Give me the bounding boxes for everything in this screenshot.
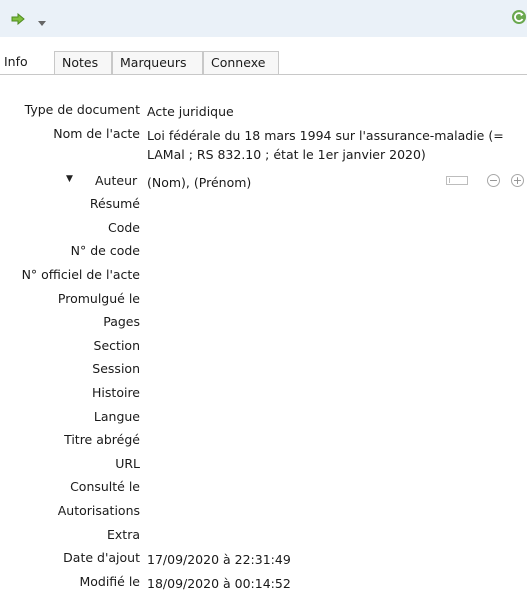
field-label: URL <box>115 455 140 471</box>
date-added-value: 17/09/2020 à 22:31:49 <box>147 552 291 568</box>
tab-notes[interactable]: Notes <box>54 51 112 74</box>
field-row-modified: Modifié le 18/09/2020 à 00:14:52 <box>0 572 527 596</box>
field-label: Session <box>92 361 140 377</box>
field-row-section: Section <box>0 336 527 360</box>
field-row-short-title: Titre abrégé <box>0 430 527 454</box>
item-fields: Type de document Acte juridique Nom de l… <box>0 100 527 595</box>
sync-icon <box>511 9 527 28</box>
field-row-name-of-act: Nom de l'acte Loi fédérale du 18 mars 19… <box>0 124 527 171</box>
name-of-act-field[interactable]: Loi fédérale du 18 mars 1994 sur l'assur… <box>147 126 522 164</box>
tab-related[interactable]: Connexe <box>203 51 279 74</box>
green-arrow-icon <box>11 12 25 28</box>
field-label: Nom de l'acte <box>53 125 140 141</box>
field-row-date-added: Date d'ajout 17/09/2020 à 22:31:49 <box>0 548 527 572</box>
field-row-language: Langue <box>0 407 527 431</box>
field-label: Extra <box>107 526 140 542</box>
field-label: N° officiel de l'acte <box>21 266 140 282</box>
field-label: Histoire <box>92 384 140 400</box>
field-row-code-number: N° de code <box>0 241 527 265</box>
field-label: Modifié le <box>79 573 140 589</box>
field-row-item-type: Type de document Acte juridique <box>0 100 527 124</box>
field-row-session: Session <box>0 359 527 383</box>
field-label: Résumé <box>89 196 140 212</box>
field-label: Date d'ajout <box>63 550 140 566</box>
field-row-accessed: Consulté le <box>0 477 527 501</box>
field-row-pages: Pages <box>0 312 527 336</box>
field-row-rights: Autorisations <box>0 501 527 525</box>
field-label: Pages <box>103 314 140 330</box>
field-row-code: Code <box>0 218 527 242</box>
field-row-history: Histoire <box>0 383 527 407</box>
field-row-date-enacted: Promulgué le <box>0 289 527 313</box>
remove-creator-icon[interactable]: − <box>487 173 500 187</box>
add-creator-icon[interactable]: + <box>511 173 524 187</box>
field-row-creator: ▼ Auteur (Nom), (Prénom) − + <box>0 171 527 195</box>
field-label: Titre abrégé <box>64 432 140 448</box>
sync-button[interactable] <box>511 9 527 28</box>
creator-first-name-field[interactable]: (Prénom) <box>194 175 251 190</box>
chevron-down-icon[interactable]: ▼ <box>66 174 73 184</box>
item-tabs: Info Notes Marqueurs Connexe <box>0 37 527 75</box>
field-label: Code <box>107 219 140 235</box>
item-pane-toolbar <box>0 0 527 37</box>
field-row-public-law-number: N° officiel de l'acte <box>0 265 527 289</box>
tab-info[interactable]: Info <box>0 50 53 74</box>
locate-menu-button[interactable] <box>38 15 46 29</box>
item-type-select[interactable]: Acte juridique <box>147 102 522 121</box>
field-label: Langue <box>93 408 140 424</box>
field-row-extra: Extra <box>0 525 527 549</box>
field-label: N° de code <box>70 243 140 259</box>
field-label: Section <box>93 337 140 353</box>
date-modified-value: 18/09/2020 à 00:14:52 <box>147 575 291 591</box>
field-row-abstract: Résumé <box>0 194 527 218</box>
field-label: Autorisations <box>57 502 140 518</box>
field-label: Type de document <box>24 102 140 117</box>
field-label: Consulté le <box>70 479 140 495</box>
creator-last-name-field[interactable]: (Nom), <box>147 175 190 190</box>
tab-tags[interactable]: Marqueurs <box>112 51 203 74</box>
chevron-down-icon <box>38 15 46 30</box>
field-label: Promulgué le <box>57 290 140 306</box>
locate-button[interactable] <box>11 12 25 28</box>
creator-type-label[interactable]: Auteur <box>95 173 137 188</box>
field-row-url: URL <box>0 454 527 478</box>
switch-field-mode-icon[interactable] <box>446 175 468 185</box>
